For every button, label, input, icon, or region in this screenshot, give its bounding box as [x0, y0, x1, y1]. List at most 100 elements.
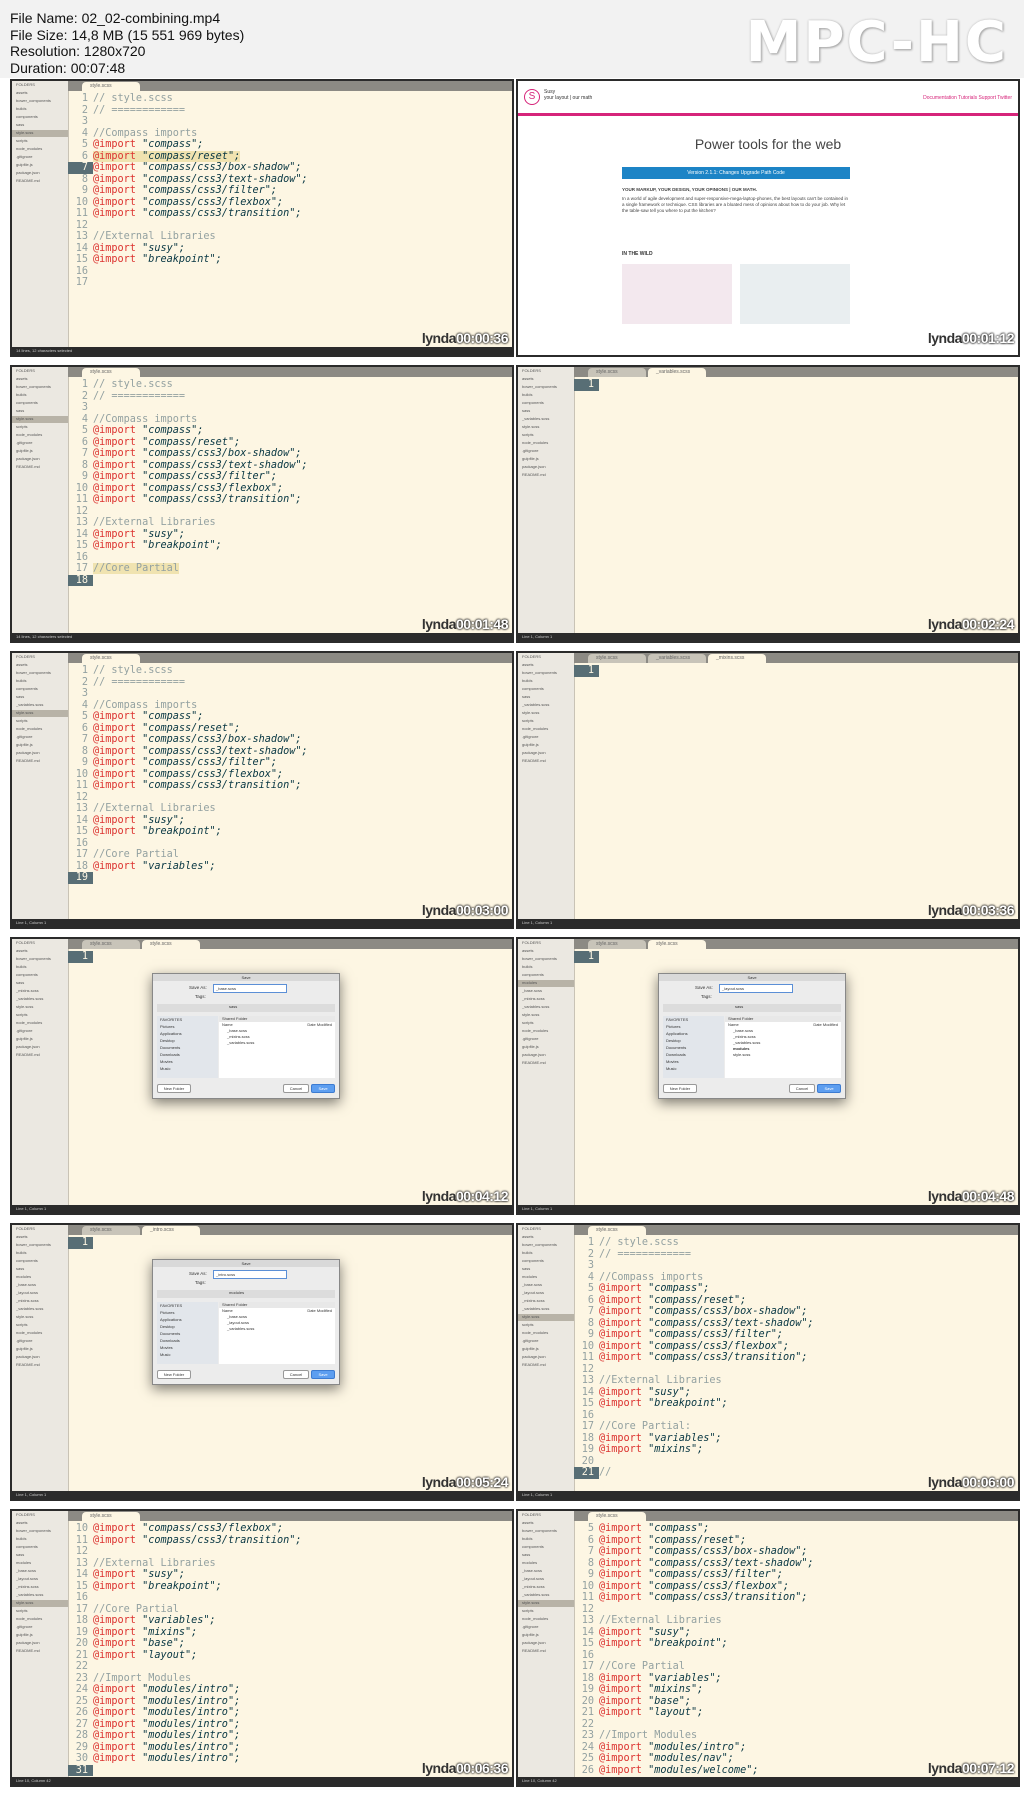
tab-style[interactable]: style.scss [82, 1226, 140, 1235]
new-folder-button[interactable]: New Folder [157, 1370, 191, 1379]
sidebar-item[interactable]: .gitignore [16, 734, 68, 741]
sidebar-item[interactable]: node_modules [16, 1616, 68, 1623]
sidebar-item[interactable]: README.md [522, 1362, 574, 1369]
sidebar-item[interactable]: scripts [16, 1012, 68, 1019]
sidebar-item-selected[interactable]: modules [518, 980, 574, 987]
code-editor[interactable]: 10 @import "compass/css3/flexbox"; 11 @imp… [68, 1523, 512, 1776]
sidebar-item[interactable]: sass [16, 1552, 68, 1559]
sidebar-item[interactable]: FOLDERS [522, 1226, 574, 1233]
sidebar-item[interactable]: _variables.scss [522, 702, 574, 709]
sidebar-item[interactable]: gulpfile.js [16, 1346, 68, 1353]
save-as-input[interactable]: _layout.scss [719, 984, 793, 993]
sidebar-item[interactable]: components [522, 686, 574, 693]
sidebar-item[interactable]: builds [522, 964, 574, 971]
sidebar-item[interactable]: bower_components [16, 670, 68, 677]
sidebar-item[interactable]: bower_components [522, 670, 574, 677]
sidebar-item[interactable]: README.md [16, 758, 68, 765]
sidebar-item[interactable]: _mixins.scss [16, 1584, 68, 1591]
sidebar-item[interactable]: scripts [522, 432, 574, 439]
sidebar-item[interactable]: FOLDERS [16, 1226, 68, 1233]
sidebar-item[interactable]: README.md [16, 1362, 68, 1369]
new-folder-button[interactable]: New Folder [157, 1084, 191, 1093]
sidebar-item[interactable]: builds [522, 678, 574, 685]
sidebar-item[interactable]: builds [522, 392, 574, 399]
tab-style[interactable]: style.scss [82, 368, 140, 377]
sidebar-item[interactable]: _variables.scss [16, 1592, 68, 1599]
file-list[interactable]: Shared Folder Name Date Modified _base.s… [219, 1016, 335, 1078]
sidebar-item[interactable]: .gitignore [16, 1624, 68, 1631]
sidebar-item[interactable]: _mixins.scss [16, 988, 68, 995]
sidebar-item[interactable]: gulpfile.js [16, 742, 68, 749]
sidebar-item[interactable]: package.json [16, 750, 68, 757]
sidebar-item[interactable]: .gitignore [16, 440, 68, 447]
sidebar-item[interactable]: modules [522, 1274, 574, 1281]
sidebar-item[interactable]: _mixins.scss [522, 1298, 574, 1305]
thumbnail-3[interactable]: FOLDERS assets bower_components builds c… [10, 365, 514, 643]
sidebar-item[interactable]: FOLDERS [16, 368, 68, 375]
sidebar-item[interactable]: .gitignore [522, 448, 574, 455]
sidebar-item[interactable]: components [16, 1544, 68, 1551]
favorites-sidebar[interactable]: FAVORITES Pictures Applications Desktop Docu… [157, 1016, 218, 1078]
code-editor[interactable]: 1 [68, 951, 512, 963]
sidebar-item[interactable]: scripts [522, 1322, 574, 1329]
sidebar-item[interactable]: sass [16, 980, 68, 987]
sidebar-item[interactable]: .gitignore [522, 1036, 574, 1043]
sidebar-item[interactable]: .gitignore [16, 1028, 68, 1035]
sidebar-item[interactable]: bower_components [16, 384, 68, 391]
favorites-sidebar[interactable]: FAVORITES Pictures Applications Desktop Docu… [663, 1016, 724, 1078]
tab-style[interactable]: style.scss [588, 654, 646, 663]
thumbnail-8[interactable]: FOLDERS assets bower_components builds c… [516, 937, 1020, 1215]
sidebar-item[interactable]: _base.scss [16, 1568, 68, 1575]
cancel-button[interactable]: Cancel [283, 1370, 309, 1379]
sidebar-item[interactable]: _mixins.scss [522, 1584, 574, 1591]
tab-intro[interactable]: _intro.scss [142, 1226, 200, 1235]
dialog-toolbar[interactable]: sass [663, 1004, 841, 1012]
sidebar-item[interactable]: node_modules [522, 1330, 574, 1337]
code-editor[interactable]: 1// style.scss 2// ============ 3 4//Com… [68, 665, 512, 884]
sidebar-item[interactable]: bower_components [522, 384, 574, 391]
sidebar-item[interactable]: builds [16, 1250, 68, 1257]
code-editor[interactable]: 1 [574, 665, 1018, 677]
sidebar-item[interactable]: node_modules [522, 726, 574, 733]
save-as-input[interactable]: _intro.scss [213, 1270, 287, 1279]
sidebar-item[interactable]: sass [522, 1552, 574, 1559]
sidebar-item[interactable]: assets [16, 948, 68, 955]
thumbnail-12[interactable]: FOLDERS assets bower_components builds c… [516, 1509, 1020, 1787]
sidebar-item[interactable]: .gitignore [522, 1338, 574, 1345]
save-dialog[interactable]: Save Save As: _base.scss Tags: sass FAVO… [152, 973, 340, 1099]
sidebar-item[interactable]: components [16, 1258, 68, 1265]
thumbnail-4[interactable]: FOLDERS assets bower_components builds c… [516, 365, 1020, 643]
sidebar-item[interactable]: FOLDERS [522, 940, 574, 947]
new-folder-button[interactable]: New Folder [663, 1084, 697, 1093]
sidebar-item[interactable]: assets [522, 376, 574, 383]
sidebar-item[interactable]: _mixins.scss [522, 996, 574, 1003]
sidebar-item[interactable]: README.md [522, 472, 574, 479]
sidebar-item[interactable]: package.json [522, 1052, 574, 1059]
sidebar-item[interactable]: style.scss [522, 424, 574, 431]
sidebar-item[interactable]: FOLDERS [16, 654, 68, 661]
sidebar-item[interactable]: scripts [16, 718, 68, 725]
sidebar-item[interactable]: _variables.scss [522, 1004, 574, 1011]
sidebar-item-selected[interactable]: style.scss [518, 1314, 574, 1321]
tab-style[interactable]: style.scss [82, 940, 140, 949]
sidebar-item[interactable]: builds [16, 392, 68, 399]
sidebar-item[interactable]: node_modules [16, 146, 68, 153]
sidebar-item[interactable]: scripts [16, 1608, 68, 1615]
sidebar-item[interactable]: gulpfile.js [16, 162, 68, 169]
sidebar-item-selected[interactable]: style.scss [12, 1600, 68, 1607]
sidebar-item[interactable]: .gitignore [522, 1624, 574, 1631]
sidebar-item[interactable]: modules [16, 1560, 68, 1567]
sidebar-item[interactable]: assets [16, 90, 68, 97]
sidebar-item[interactable]: assets [522, 948, 574, 955]
sidebar-item[interactable]: .gitignore [522, 734, 574, 741]
sidebar-item[interactable]: README.md [522, 1648, 574, 1655]
tab-variables[interactable]: _variables.scss [648, 654, 706, 663]
sidebar-item[interactable]: sass [16, 694, 68, 701]
sidebar-item[interactable]: FOLDERS [16, 82, 68, 89]
sidebar-item[interactable]: README.md [16, 1648, 68, 1655]
save-dialog[interactable]: Save Save As: _layout.scss Tags: sass FA… [658, 973, 846, 1099]
tab-mixins[interactable]: _mixins.scss [708, 654, 766, 663]
sidebar-item[interactable]: scripts [16, 424, 68, 431]
sidebar-item[interactable]: gulpfile.js [16, 448, 68, 455]
tab-style[interactable]: style.scss [588, 940, 646, 949]
